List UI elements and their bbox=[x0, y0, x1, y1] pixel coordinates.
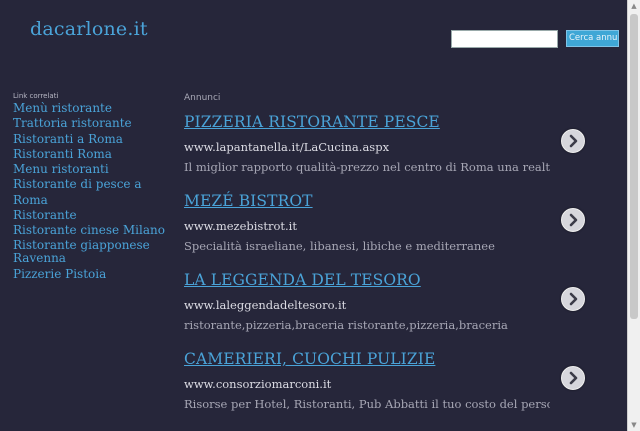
scroll-up-icon[interactable]: ▲ bbox=[630, 2, 638, 10]
ad-url[interactable]: www.consorziomarconi.it bbox=[184, 377, 604, 391]
ad-item: MEZÉ BISTROT www.mezebistrot.it Speciali… bbox=[184, 192, 604, 253]
search-input[interactable] bbox=[451, 30, 558, 48]
search-button[interactable]: Cerca annunci bbox=[566, 30, 619, 47]
ad-title-link[interactable]: LA LEGGENDA DEL TESORO bbox=[184, 271, 604, 289]
ad-description: Specialità israeliane, libanesi, libiche… bbox=[184, 239, 495, 253]
ad-title-link[interactable]: CAMERIERI, CUOCHI PULIZIE bbox=[184, 350, 604, 368]
scroll-down-icon[interactable]: ▼ bbox=[630, 421, 638, 429]
sidebar-link[interactable]: Ristorante di pesce a Roma bbox=[13, 177, 173, 208]
chevron-right-circle-icon[interactable] bbox=[561, 208, 585, 232]
ad-url[interactable]: www.mezebistrot.it bbox=[184, 219, 604, 233]
ad-item: LA LEGGENDA DEL TESORO www.laleggendadel… bbox=[184, 271, 604, 332]
ad-title-link[interactable]: PIZZERIA RISTORANTE PESCE bbox=[184, 113, 604, 131]
ad-url[interactable]: www.laleggendadeltesoro.it bbox=[184, 298, 604, 312]
related-links-list: Menù ristorante Trattoria ristorante Ris… bbox=[13, 101, 173, 282]
ad-description: Risorse per Hotel, Ristoranti, Pub Abbat… bbox=[184, 397, 550, 411]
chevron-right-circle-icon[interactable] bbox=[561, 366, 585, 390]
sidebar-link[interactable]: Pizzerie Pistoia bbox=[13, 267, 173, 282]
ad-title-link[interactable]: MEZÉ BISTROT bbox=[184, 192, 604, 210]
sidebar-link[interactable]: Ristorante giapponese Ravenna bbox=[13, 238, 173, 265]
scrollbar-thumb[interactable] bbox=[630, 14, 638, 319]
sidebar-link[interactable]: Menù ristorante bbox=[13, 101, 173, 116]
ad-description: Il miglior rapporto qualità-prezzo nel c… bbox=[184, 160, 550, 174]
chevron-right-circle-icon[interactable] bbox=[561, 287, 585, 311]
ads-heading: Annunci bbox=[184, 93, 221, 103]
sidebar-heading: Link correlati bbox=[13, 92, 59, 100]
ad-url[interactable]: www.lapantanella.it/LaCucina.aspx bbox=[184, 140, 604, 154]
sidebar-link[interactable]: Ristoranti Roma bbox=[13, 147, 173, 162]
sidebar-link[interactable]: Ristorante cinese Milano bbox=[13, 223, 173, 238]
sidebar-link[interactable]: Ristoranti a Roma bbox=[13, 132, 173, 147]
ad-description: ristorante,pizzeria,braceria ristorante,… bbox=[184, 318, 508, 332]
ad-item: CAMERIERI, CUOCHI PULIZIE www.consorziom… bbox=[184, 350, 604, 411]
sidebar-link[interactable]: Trattoria ristorante bbox=[13, 116, 173, 131]
vertical-scrollbar[interactable]: ▲ ▼ bbox=[627, 0, 640, 431]
sidebar-link[interactable]: Ristorante bbox=[13, 208, 173, 223]
sidebar-link[interactable]: Menu ristoranti bbox=[13, 162, 173, 177]
site-logo[interactable]: dacarlone.it bbox=[30, 18, 148, 40]
chevron-right-circle-icon[interactable] bbox=[561, 129, 585, 153]
ad-item: PIZZERIA RISTORANTE PESCE www.lapantanel… bbox=[184, 113, 604, 174]
